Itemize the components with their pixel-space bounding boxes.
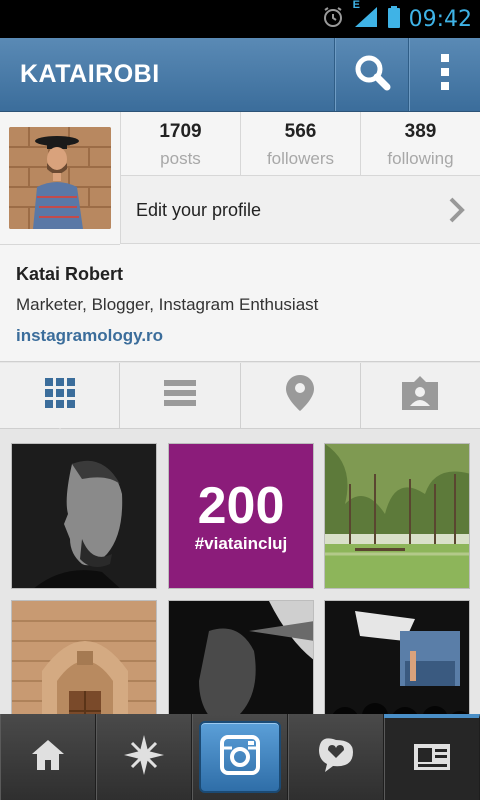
bio: Marketer, Blogger, Instagram Enthusiast <box>16 295 319 314</box>
profile-icon <box>413 743 451 776</box>
stat-value: 389 <box>404 121 437 142</box>
nav-explore[interactable] <box>96 714 192 800</box>
photo-thumbnail[interactable] <box>11 443 157 589</box>
profile-card: 1709 posts 566 followers 389 following E… <box>0 112 480 362</box>
stat-following[interactable]: 389 following <box>361 112 480 175</box>
signal-icon: E <box>353 0 379 34</box>
stat-value: 566 <box>284 121 317 142</box>
camera-icon <box>219 734 260 780</box>
avatar[interactable] <box>9 127 111 229</box>
news-icon <box>315 736 357 779</box>
tagged-photos-icon <box>402 376 439 415</box>
overflow-menu-button[interactable] <box>408 38 480 111</box>
network-type: E <box>352 0 360 11</box>
profile-stats: 1709 posts 566 followers 389 following <box>120 112 480 176</box>
camera-button[interactable] <box>198 721 281 793</box>
tab-list[interactable] <box>120 363 241 428</box>
full-name: Katai Robert <box>16 264 124 284</box>
tab-grid[interactable] <box>0 363 121 428</box>
tab-tagged[interactable] <box>361 363 480 428</box>
view-tabs <box>0 363 480 429</box>
photo-thumbnail[interactable] <box>324 443 470 589</box>
battery-icon <box>387 5 401 34</box>
photo-thumbnail[interactable] <box>11 600 157 715</box>
stat-label: followers <box>266 149 335 168</box>
nav-camera[interactable] <box>192 714 288 800</box>
nav-news[interactable] <box>288 714 384 800</box>
nav-profile[interactable] <box>384 714 480 800</box>
photo-grid: 200 #viataincluj <box>11 443 471 715</box>
edit-profile-button[interactable]: Edit your profile <box>120 176 480 244</box>
search-button[interactable] <box>334 38 408 111</box>
nav-home[interactable] <box>0 714 96 800</box>
divider <box>0 244 120 245</box>
photo-thumbnail[interactable] <box>324 600 470 715</box>
profile-username: KATAIROBI <box>20 60 160 88</box>
alarm-icon <box>321 5 345 34</box>
tab-map[interactable] <box>241 363 361 428</box>
list-view-icon <box>163 380 196 411</box>
map-pin-icon <box>286 375 315 416</box>
status-bar: E 09:42 <box>0 0 480 38</box>
bottom-navigation <box>0 714 480 800</box>
explore-icon <box>122 733 166 782</box>
clock: 09:42 <box>408 6 472 32</box>
stat-label: following <box>387 149 454 168</box>
stat-followers[interactable]: 566 followers <box>241 112 361 175</box>
edit-profile-label: Edit your profile <box>136 200 262 220</box>
overflow-menu-icon <box>439 52 451 97</box>
chevron-right-icon <box>448 196 466 229</box>
search-icon <box>352 52 392 97</box>
stat-posts[interactable]: 1709 posts <box>121 112 241 175</box>
photo-overlay-tag: #viataincluj <box>194 534 288 553</box>
photo-thumbnail[interactable] <box>168 600 314 715</box>
stat-label: posts <box>160 149 201 168</box>
selected-tab-pointer <box>48 428 72 438</box>
photo-thumbnail[interactable]: 200 #viataincluj <box>168 443 314 589</box>
photo-overlay-number: 200 <box>197 477 285 535</box>
grid-view-icon <box>44 378 75 413</box>
app-header: KATAIROBI <box>0 38 480 112</box>
home-icon <box>30 738 66 777</box>
website-link[interactable]: instagramology.ro <box>16 326 163 346</box>
stat-value: 1709 <box>159 121 202 142</box>
